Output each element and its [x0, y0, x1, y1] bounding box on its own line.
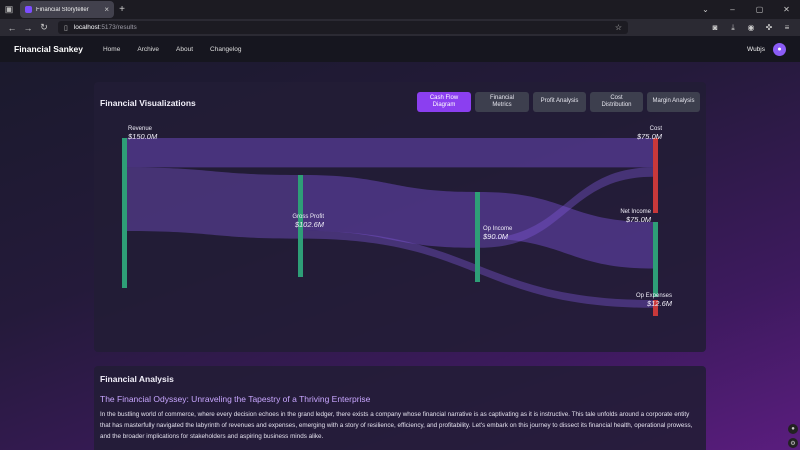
brand-logo-text[interactable]: Financial Sankey — [14, 44, 83, 54]
tab-cost-distribution[interactable]: Cost Distribution — [590, 92, 643, 112]
github-icon[interactable]: ● — [773, 42, 786, 56]
url-host: localhost — [73, 24, 100, 31]
reload-icon[interactable]: ↻ — [36, 22, 52, 33]
page-info-icon[interactable]: ▯ — [64, 24, 68, 32]
tab-profit-analysis[interactable]: Profit Analysis — [533, 92, 586, 112]
sankey-value-opexp: $12.6M — [646, 299, 673, 308]
sankey-link-revenue-gross — [127, 167, 298, 239]
tab-margin-analysis[interactable]: Margin Analysis — [647, 92, 700, 112]
sankey-value-opinc: $90.0M — [482, 232, 509, 241]
address-bar[interactable]: ▯ localhost :5173/results ☆ — [58, 21, 628, 34]
favicon-icon — [25, 6, 32, 13]
page-content: Financial Sankey Home Archive About Chan… — [0, 36, 800, 450]
window-controls: ⌄ – ▢ ✕ — [692, 5, 800, 14]
tab-cash-flow-diagram[interactable]: Cash Flow Diagram — [417, 92, 471, 112]
sankey-value-gross: $102.6M — [294, 220, 325, 229]
username: Wubjs — [747, 45, 765, 53]
sankey-value-netinc: $75.0M — [625, 215, 652, 224]
card-title: Financial Visualizations — [100, 98, 196, 108]
sidebar-toggle-icon[interactable]: ▣ — [0, 0, 18, 19]
list-all-tabs-icon[interactable]: ⌄ — [692, 5, 719, 14]
floating-buttons: ● ⚙ — [788, 424, 798, 448]
nav-link-archive[interactable]: Archive — [137, 46, 159, 53]
toolbar-icons: ◙ ⤓ ◉ ✜ ≡ — [706, 23, 796, 33]
browser-tab[interactable]: Financial Storyteller × — [20, 1, 114, 18]
url-path: :5173/results — [99, 24, 137, 31]
download-icon[interactable]: ⤓ — [724, 23, 742, 33]
maximize-icon[interactable]: ▢ — [746, 5, 773, 14]
browser-tab-bar: ▣ Financial Storyteller × + ⌄ – ▢ ✕ — [0, 0, 800, 19]
analysis-heading: The Financial Odyssey: Unraveling the Ta… — [100, 394, 371, 404]
browser-nav-bar: ← → ↻ ▯ localhost :5173/results ☆ ◙ ⤓ ◉ … — [0, 19, 800, 36]
tab-financial-metrics[interactable]: Financial Metrics — [475, 92, 529, 112]
visualizations-card: Financial Visualizations Cash Flow Diagr… — [94, 82, 706, 352]
tab-title: Financial Storyteller — [36, 6, 89, 13]
sankey-chart: Revenue$150.0MGross Profit$102.6M Op Inco… — [122, 126, 673, 316]
sankey-node-cost[interactable] — [653, 138, 658, 213]
sankey-link-revenue-cost — [127, 138, 653, 168]
site-navbar: Financial Sankey Home Archive About Chan… — [0, 36, 800, 62]
back-icon[interactable]: ← — [4, 23, 20, 33]
sankey-value-revenue: $150.0M — [127, 132, 158, 141]
minimize-icon[interactable]: – — [719, 5, 746, 14]
sankey-node-netinc[interactable] — [653, 222, 658, 297]
tab-close-button[interactable]: × — [104, 5, 109, 14]
viz-tabs: Cash Flow Diagram Financial Metrics Prof… — [417, 92, 700, 112]
analysis-title: Financial Analysis — [100, 374, 174, 384]
sankey-node-opinc[interactable] — [475, 192, 480, 282]
extensions-icon[interactable]: ✜ — [760, 23, 778, 33]
nav-link-about[interactable]: About — [176, 46, 193, 53]
close-window-icon[interactable]: ✕ — [773, 5, 800, 14]
analysis-card: Financial Analysis The Financial Odyssey… — [94, 366, 706, 450]
nav-link-home[interactable]: Home — [103, 46, 120, 53]
pocket-icon[interactable]: ◙ — [706, 23, 724, 33]
sankey-value-cost: $75.0M — [636, 132, 663, 141]
nav-link-changelog[interactable]: Changelog — [210, 46, 241, 53]
mic-icon[interactable]: ● — [788, 424, 798, 434]
forward-icon[interactable]: → — [20, 23, 36, 33]
settings-icon[interactable]: ⚙ — [788, 438, 798, 448]
analysis-body: In the bustling world of commerce, where… — [100, 411, 693, 440]
account-icon[interactable]: ◉ — [742, 23, 760, 33]
new-tab-button[interactable]: + — [114, 4, 130, 15]
bookmark-star-icon[interactable]: ☆ — [615, 23, 622, 32]
sankey-node-revenue[interactable] — [122, 138, 127, 288]
menu-icon[interactable]: ≡ — [778, 23, 796, 33]
